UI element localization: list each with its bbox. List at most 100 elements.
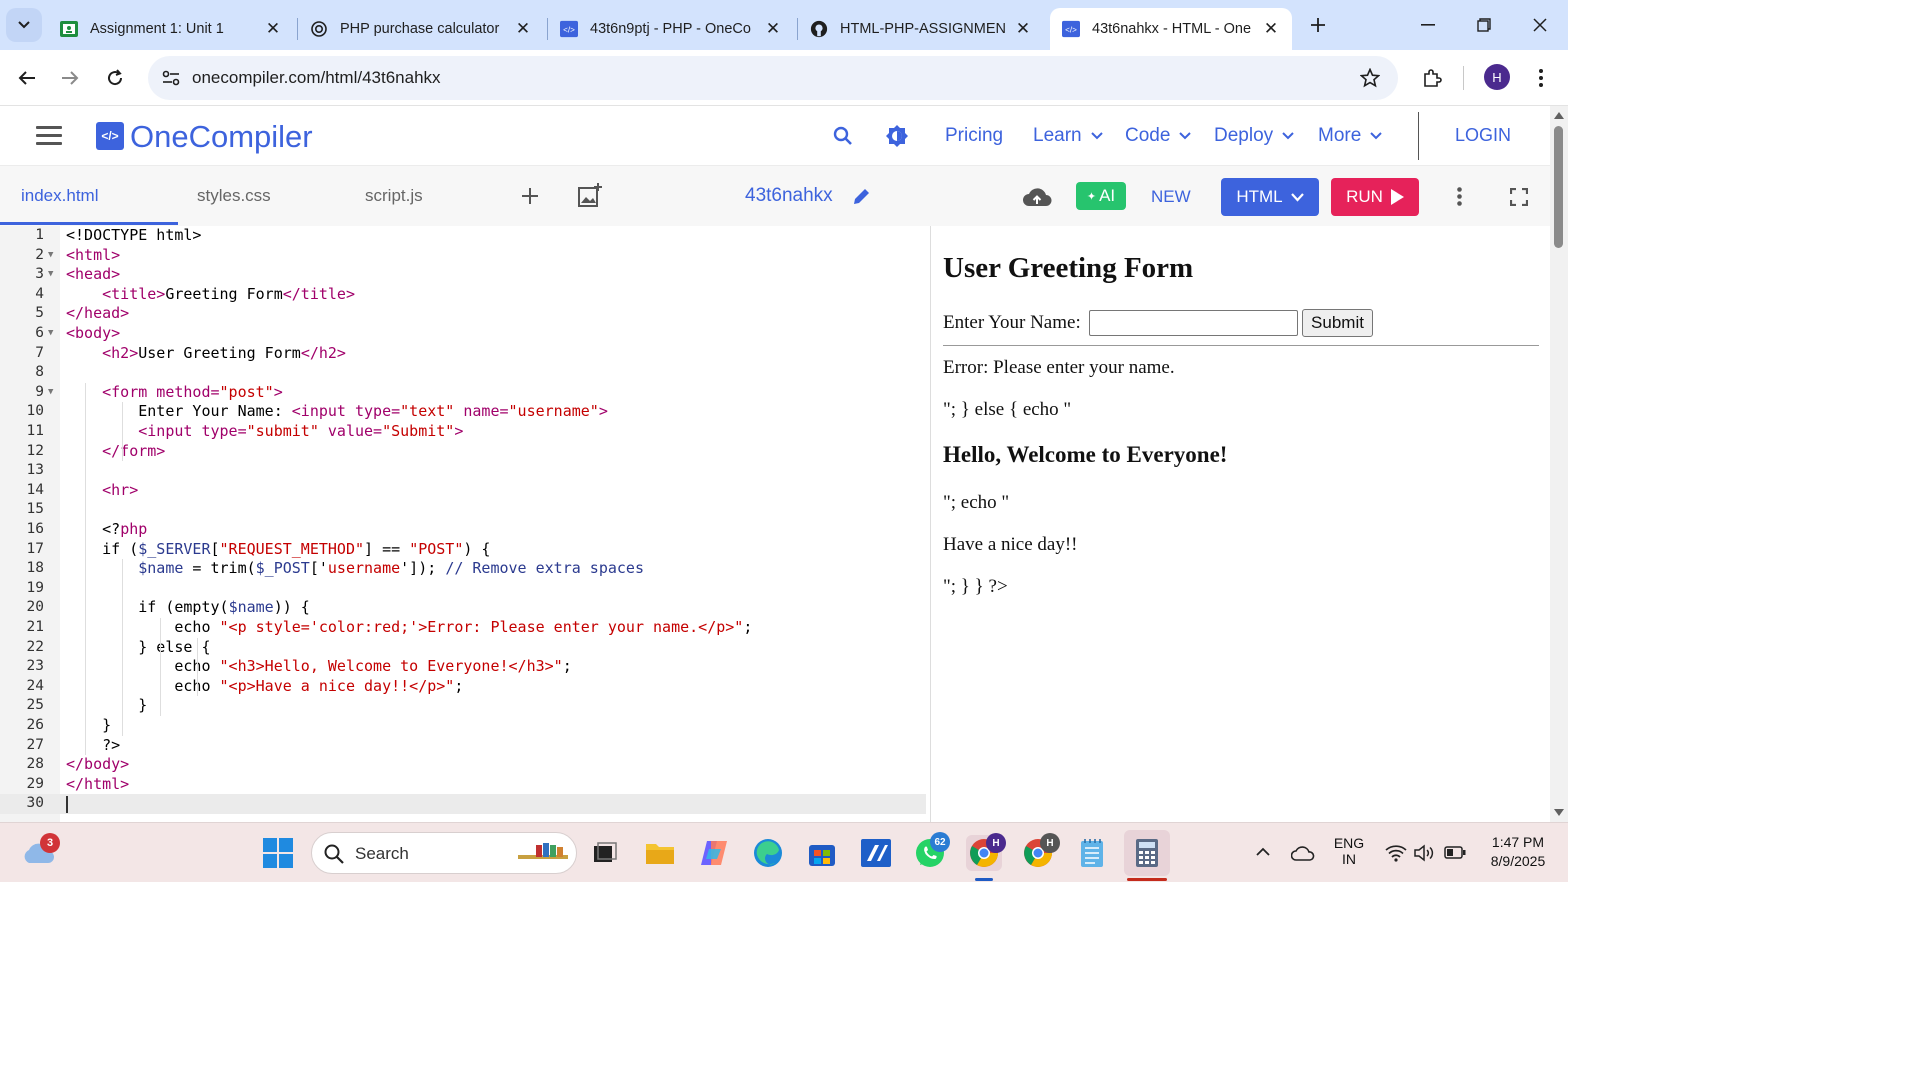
logo-text[interactable]: OneCompiler xyxy=(130,119,313,155)
code-line[interactable]: 9 ▼ <form method="post"> xyxy=(0,383,926,403)
code-line[interactable]: 28 </body> xyxy=(0,755,926,775)
browser-tab-php-onecompiler[interactable]: </> 43t6n9ptj - PHP - OneCo ✕ xyxy=(548,8,794,50)
chrome-profile-button-2[interactable]: H xyxy=(1020,833,1060,871)
clock[interactable]: 1:47 PM 8/9/2025 xyxy=(1478,834,1558,869)
taskbar-search[interactable]: Search xyxy=(311,832,577,874)
ai-button[interactable]: ✦ AI xyxy=(1076,182,1126,210)
code-line[interactable]: 13 xyxy=(0,461,926,481)
language-indicator[interactable]: ENG IN xyxy=(1330,835,1368,867)
theme-toggle-icon[interactable] xyxy=(885,124,909,148)
code-line[interactable]: 23 echo "<h3>Hello, Welcome to Everyone!… xyxy=(0,657,926,677)
new-tab-button[interactable] xyxy=(1290,0,1346,50)
nav-more[interactable]: More xyxy=(1318,125,1383,147)
add-image-icon[interactable] xyxy=(577,182,603,208)
code-line[interactable]: 20 if (empty($name)) { xyxy=(0,598,926,618)
submit-button[interactable]: Submit xyxy=(1302,309,1373,337)
browser-tab-github[interactable]: HTML-PHP-ASSIGNMENT ✕ xyxy=(798,8,1044,50)
notepad-button[interactable] xyxy=(1074,835,1110,871)
code-line[interactable]: 18 $name = trim($_POST['username']); // … xyxy=(0,559,926,579)
chevron-up-icon[interactable] xyxy=(1256,847,1270,856)
address-bar[interactable]: onecompiler.com/html/43t6nahkx xyxy=(148,56,1398,100)
edge-button[interactable] xyxy=(750,835,786,871)
fold-arrow-icon[interactable]: ▼ xyxy=(48,324,53,344)
browser-tab-assignment[interactable]: Assignment 1: Unit 1 ✕ xyxy=(48,8,294,50)
file-tab-script-js[interactable]: script.js xyxy=(365,186,423,206)
code-line[interactable]: 14 <hr> xyxy=(0,481,926,501)
code-line[interactable]: 21 echo "<p style='color:red;'>Error: Pl… xyxy=(0,618,926,638)
volume-icon[interactable] xyxy=(1414,844,1436,862)
tab-search-button[interactable] xyxy=(6,8,42,42)
cloud-upload-icon[interactable] xyxy=(1022,186,1052,208)
star-icon[interactable] xyxy=(1360,68,1380,88)
weather-widget[interactable]: 3 xyxy=(20,833,60,871)
edit-pencil-icon[interactable] xyxy=(851,187,871,207)
code-line[interactable]: 26 } xyxy=(0,716,926,736)
start-button[interactable] xyxy=(260,835,296,871)
search-icon[interactable] xyxy=(833,126,853,146)
login-link[interactable]: LOGIN xyxy=(1455,125,1511,146)
name-input[interactable] xyxy=(1089,310,1298,336)
calculator-button[interactable] xyxy=(1124,830,1170,876)
scrollbar-thumb[interactable] xyxy=(1554,126,1563,248)
fullscreen-icon[interactable] xyxy=(1510,188,1528,206)
whatsapp-button[interactable]: 62 xyxy=(912,832,950,871)
code-line[interactable]: 7 <h2>User Greeting Form</h2> xyxy=(0,344,926,364)
reload-button[interactable] xyxy=(97,60,133,96)
code-line[interactable]: 6 ▼ <body> xyxy=(0,324,926,344)
code-line[interactable]: 22 } else { xyxy=(0,638,926,658)
chrome-profile-button[interactable]: H xyxy=(966,833,1006,871)
code-line[interactable]: 4 <title>Greeting Form</title> xyxy=(0,285,926,305)
code-line[interactable]: 25 } xyxy=(0,696,926,716)
code-line[interactable]: 11 <input type="submit" value="Submit"> xyxy=(0,422,926,442)
language-select-button[interactable]: HTML xyxy=(1221,178,1319,216)
browser-tab-html-onecompiler[interactable]: </> 43t6nahkx - HTML - One ✕ xyxy=(1050,8,1292,50)
copilot-button[interactable] xyxy=(696,835,732,871)
code-line[interactable]: 10 Enter Your Name: <input type="text" n… xyxy=(0,402,926,422)
code-line[interactable]: 3 ▼ <head> xyxy=(0,265,926,285)
profile-avatar[interactable]: H xyxy=(1484,64,1510,90)
wifi-icon[interactable] xyxy=(1385,844,1407,862)
page-scrollbar[interactable] xyxy=(1550,106,1568,822)
file-explorer-button[interactable] xyxy=(642,835,678,871)
code-line[interactable]: 8 xyxy=(0,363,926,383)
nav-learn[interactable]: Learn xyxy=(1033,125,1103,147)
file-tab-index-html[interactable]: index.html xyxy=(21,186,98,206)
fold-arrow-icon[interactable]: ▼ xyxy=(48,265,53,285)
code-line[interactable]: 27 ?> xyxy=(0,736,926,756)
code-line[interactable]: 24 echo "<p>Have a nice day!!</p>"; xyxy=(0,677,926,697)
code-line[interactable]: 30 xyxy=(0,794,926,814)
back-button[interactable] xyxy=(9,60,45,96)
window-close-button[interactable] xyxy=(1512,0,1568,50)
code-line[interactable]: 12 </form> xyxy=(0,442,926,462)
task-view-button[interactable] xyxy=(587,835,623,871)
forward-button[interactable] xyxy=(52,60,88,96)
nav-code[interactable]: Code xyxy=(1125,125,1192,147)
scroll-down-icon[interactable] xyxy=(1554,809,1564,817)
code-line[interactable]: 2 ▼ <html> xyxy=(0,246,926,266)
site-info-icon[interactable] xyxy=(162,70,180,86)
code-editor[interactable]: 1 <!DOCTYPE html> 2 ▼ <html> 3 ▼ <head> 4 <title… xyxy=(0,226,926,822)
scroll-up-icon[interactable] xyxy=(1554,111,1564,119)
project-name[interactable]: 43t6nahkx xyxy=(745,185,833,207)
new-button[interactable]: NEW xyxy=(1151,187,1191,207)
store-button[interactable] xyxy=(804,835,840,871)
file-tab-styles-css[interactable]: styles.css xyxy=(197,186,271,206)
logo-mark[interactable]: </> xyxy=(96,122,124,150)
minimize-button[interactable] xyxy=(1400,0,1456,50)
code-line[interactable]: 16 <?php xyxy=(0,520,926,540)
browser-menu-button[interactable] xyxy=(1523,60,1559,96)
code-line[interactable]: 19 xyxy=(0,579,926,599)
extensions-button[interactable] xyxy=(1414,60,1450,96)
nav-deploy[interactable]: Deploy xyxy=(1214,125,1294,147)
code-line[interactable]: 17 if ($_SERVER["REQUEST_METHOD"] == "PO… xyxy=(0,540,926,560)
battery-icon[interactable] xyxy=(1444,846,1466,859)
onedrive-icon[interactable] xyxy=(1291,845,1315,861)
fold-arrow-icon[interactable]: ▼ xyxy=(48,383,53,403)
fold-arrow-icon[interactable]: ▼ xyxy=(48,246,53,266)
close-icon[interactable]: ✕ xyxy=(264,19,282,38)
run-button[interactable]: RUN xyxy=(1331,178,1419,216)
code-line[interactable]: 1 <!DOCTYPE html> xyxy=(0,226,926,246)
code-line[interactable]: 5 </head> xyxy=(0,304,926,324)
hamburger-menu-icon[interactable] xyxy=(36,126,62,146)
visual-studio-button[interactable] xyxy=(858,835,894,871)
